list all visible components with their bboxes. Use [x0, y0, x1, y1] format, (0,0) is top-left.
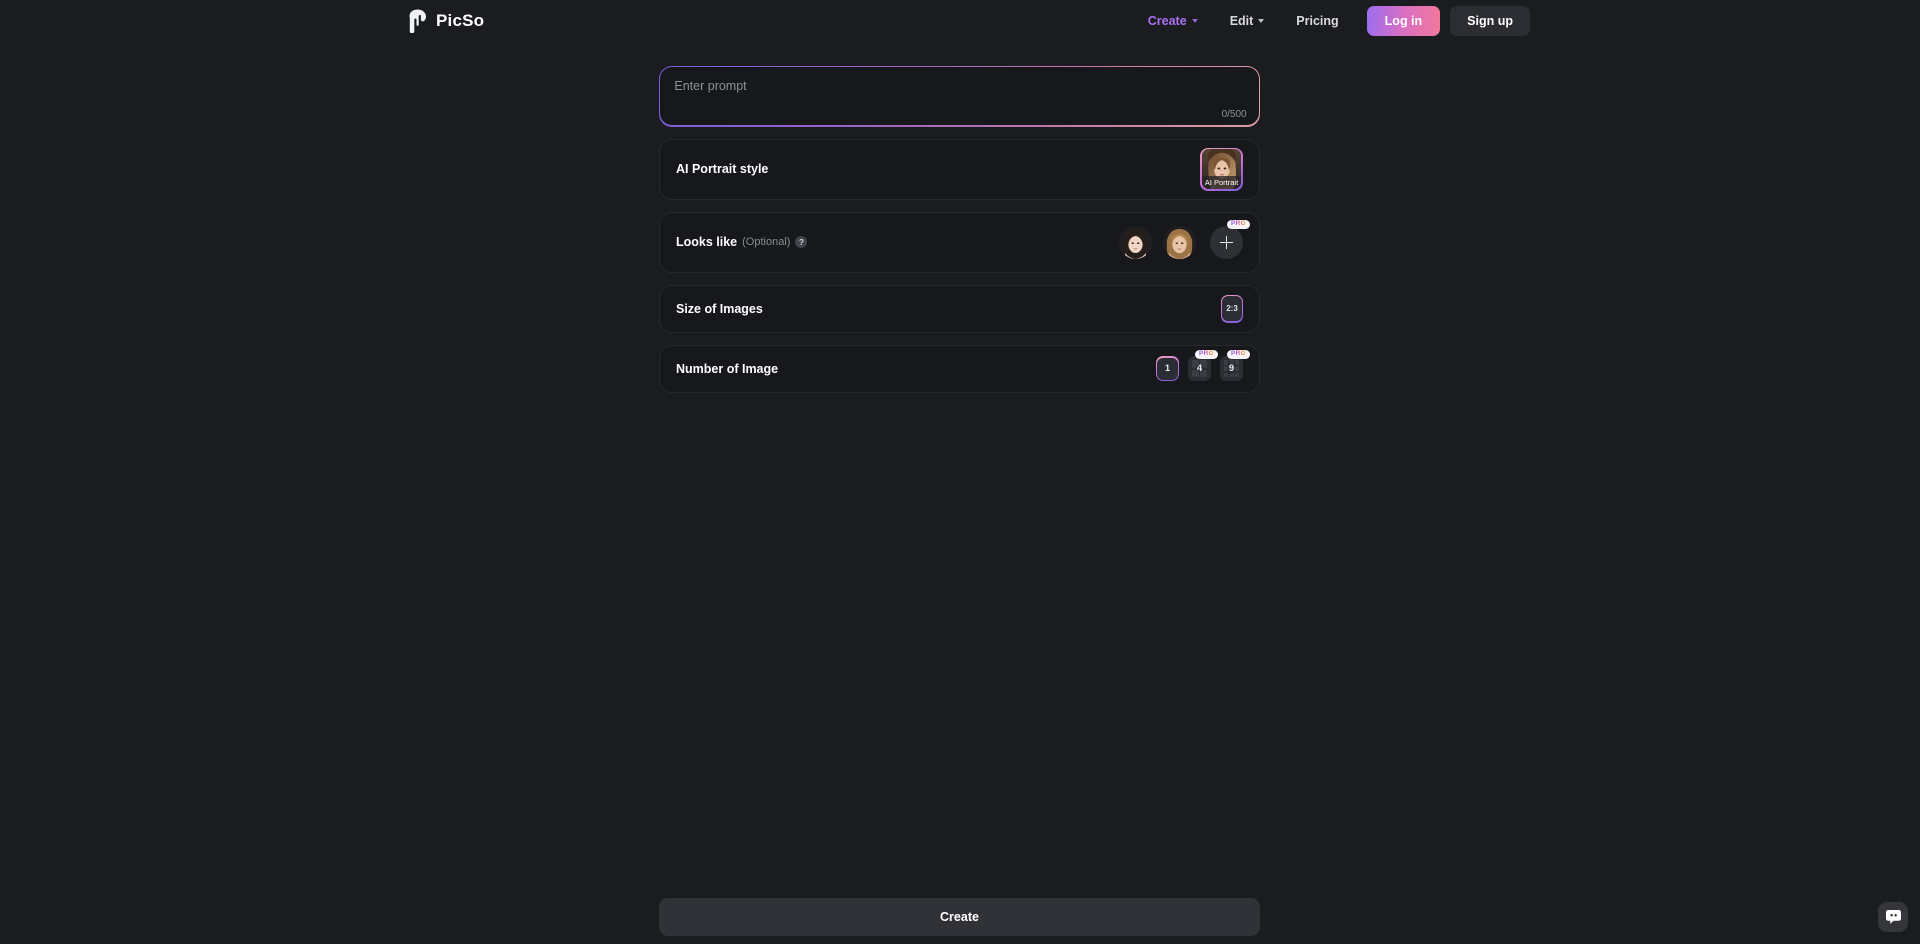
number-option-1[interactable]: 1 — [1156, 356, 1179, 382]
plus-icon — [1220, 235, 1233, 249]
picso-logo-icon — [409, 9, 426, 33]
create-button[interactable]: Create — [659, 898, 1260, 936]
nav-item-edit-label: Edit — [1229, 14, 1254, 28]
looks-like-title: Looks like — [676, 235, 738, 250]
style-thumbnail-image: AI Portrait — [1201, 149, 1242, 190]
main-nav: Create Edit Pricing Log in Sign up — [1132, 6, 1890, 36]
looks-like-section: Looks like (Optional) ? PRO — [659, 211, 1260, 273]
number-option-9-label: 9 — [1228, 363, 1235, 375]
add-face-button[interactable]: PRO — [1210, 219, 1250, 259]
style-section-label: AI Portrait style — [676, 162, 769, 177]
generation-panel: Enter prompt 0/500 AI Portrait style AI … — [659, 66, 1260, 405]
face-portrait-artwork — [1163, 225, 1196, 259]
pro-badge-label: PRO — [1231, 219, 1246, 227]
number-option-4-inner: 4 — [1188, 356, 1211, 382]
login-button[interactable]: Log in — [1366, 6, 1441, 36]
style-caption: AI Portrait — [1201, 175, 1242, 190]
chat-support-button[interactable] — [1878, 902, 1908, 932]
prompt-char-counter: 0/500 — [1221, 109, 1247, 121]
number-option-1-inner: 1 — [1157, 357, 1178, 380]
pro-badge: PRO — [1195, 350, 1218, 360]
number-option-1-label: 1 — [1164, 363, 1171, 375]
ratio-option-2-3[interactable]: 2:3 — [1221, 294, 1243, 323]
prompt-input[interactable]: Enter prompt 0/500 — [660, 67, 1259, 126]
face-portrait-artwork — [1119, 225, 1152, 259]
size-section-label: Size of Images — [676, 301, 763, 316]
face-option-1[interactable] — [1119, 225, 1152, 259]
face-options-list: PRO — [1119, 219, 1250, 259]
ratio-option-label: 2:3 — [1222, 296, 1242, 322]
chat-bubble-icon — [1885, 910, 1901, 924]
pro-badge-label: PRO — [1199, 350, 1214, 358]
number-option-9[interactable]: 9 PRO — [1220, 350, 1250, 382]
pro-badge: PRO — [1227, 350, 1250, 360]
chevron-down-icon — [1258, 19, 1265, 23]
looks-like-label: Looks like (Optional) ? — [676, 235, 808, 250]
chevron-down-icon — [1191, 19, 1198, 23]
number-options-list: 1 4 PRO 9 PRO — [1156, 350, 1250, 382]
signup-button[interactable]: Sign up — [1450, 6, 1530, 36]
looks-like-optional: (Optional) — [742, 236, 791, 249]
brand-logo[interactable]: PicSo — [408, 9, 484, 33]
nav-item-create-label: Create — [1147, 14, 1187, 28]
number-section-label: Number of Image — [676, 361, 779, 376]
number-section: Number of Image 1 4 PRO 9 PRO — [659, 344, 1260, 393]
top-header: PicSo Create Edit Pricing Log in Sign up — [0, 0, 1920, 42]
size-section: Size of Images 2:3 — [659, 284, 1260, 333]
nav-item-pricing[interactable]: Pricing — [1280, 8, 1354, 34]
help-icon[interactable]: ? — [795, 236, 808, 249]
prompt-placeholder: Enter prompt — [674, 79, 747, 94]
nav-item-edit[interactable]: Edit — [1214, 8, 1281, 34]
pro-badge-label: PRO — [1231, 350, 1246, 358]
brand-name: PicSo — [436, 11, 485, 30]
number-option-9-inner: 9 — [1220, 356, 1243, 382]
nav-item-create[interactable]: Create — [1132, 8, 1214, 34]
pro-badge: PRO — [1227, 219, 1250, 229]
prompt-field-wrapper: Enter prompt 0/500 — [659, 66, 1260, 127]
style-option-ai-portrait[interactable]: AI Portrait — [1200, 147, 1243, 191]
number-option-4-label: 4 — [1196, 363, 1203, 375]
style-section: AI Portrait style AI Portrait — [659, 138, 1260, 200]
number-option-4[interactable]: 4 PRO — [1188, 350, 1218, 382]
face-option-2[interactable] — [1163, 225, 1196, 259]
nav-item-pricing-label: Pricing — [1296, 14, 1339, 28]
